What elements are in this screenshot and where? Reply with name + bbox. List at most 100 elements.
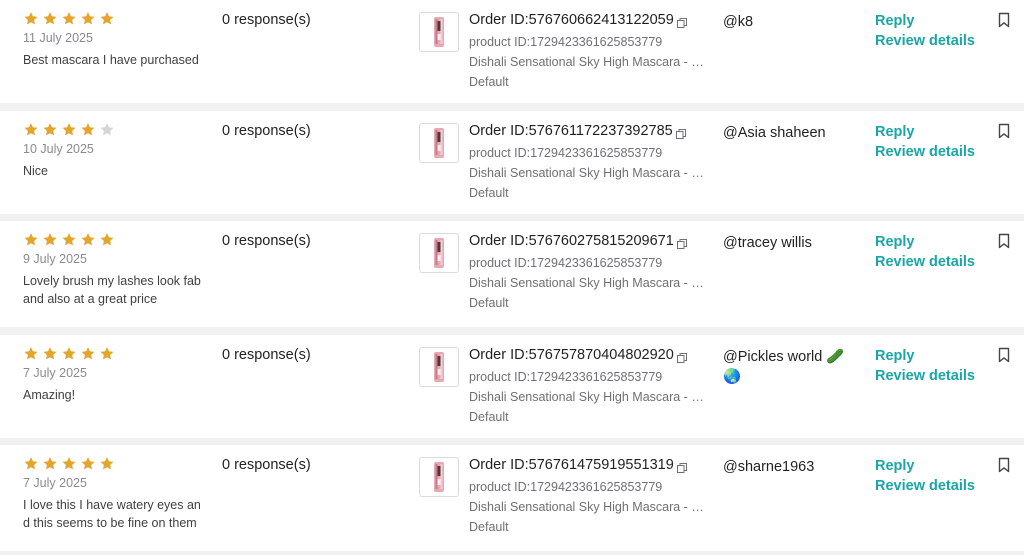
- star-icon: [42, 232, 58, 247]
- product-variant: Default: [469, 296, 509, 310]
- reply-link[interactable]: Reply: [875, 124, 915, 140]
- star-icon: [61, 346, 77, 361]
- star-rating: [23, 456, 115, 471]
- product-thumbnail[interactable]: [419, 233, 459, 273]
- review-text: Nice: [23, 164, 49, 178]
- review-details-link[interactable]: Review details: [875, 144, 975, 160]
- product-variant: Default: [469, 410, 509, 424]
- star-icon: [80, 232, 96, 247]
- review-details-link[interactable]: Review details: [875, 368, 975, 384]
- order-id-label: Order ID:: [469, 12, 529, 28]
- reviews-list: 11 July 2025 Best mascara I have purchase…: [0, 0, 1024, 555]
- star-icon: [99, 456, 115, 471]
- star-icon: [42, 122, 58, 137]
- order-id-line: Order ID: 576761172237392785: [469, 123, 686, 139]
- response-count: 0 response(s): [222, 233, 311, 249]
- review-details-link[interactable]: Review details: [875, 254, 975, 270]
- order-id: 576761475919551319: [528, 457, 674, 473]
- reply-link[interactable]: Reply: [875, 348, 915, 364]
- star-icon: [23, 11, 39, 26]
- star-icon: [99, 11, 115, 26]
- product-name[interactable]: Dishali Sensational Sky High Mascara - E…: [469, 55, 705, 69]
- star-icon: [80, 122, 96, 137]
- order-id-label: Order ID:: [469, 233, 529, 249]
- star-icon: [23, 456, 39, 471]
- product-id: product ID:1729423361625853779: [469, 256, 663, 270]
- order-id: 576761172237392785: [528, 123, 673, 139]
- review-text: Lovely brush my lashes look fab and also…: [23, 274, 201, 306]
- star-icon: [80, 456, 96, 471]
- product-id: product ID:1729423361625853779: [469, 35, 663, 49]
- star-icon: [42, 11, 58, 26]
- reviewer-handle: @sharne1963: [723, 459, 815, 475]
- reply-link[interactable]: Reply: [875, 234, 915, 250]
- reply-link[interactable]: Reply: [875, 458, 915, 474]
- star-icon: [61, 232, 77, 247]
- order-id-label: Order ID:: [469, 457, 529, 473]
- product-variant: Default: [469, 520, 509, 534]
- star-rating: [23, 346, 115, 361]
- copy-icon[interactable]: [676, 15, 687, 28]
- order-id-label: Order ID:: [469, 123, 529, 139]
- review-text: Best mascara I have purchased: [23, 53, 199, 67]
- star-icon: [61, 11, 77, 26]
- review-row: 9 July 2025 Lovely brush my lashes look f…: [0, 221, 1024, 327]
- order-id: 576760275815209671: [528, 233, 674, 249]
- order-id: 576757870404802920: [528, 347, 674, 363]
- reviewer-handle: @Pickles world 🥒 🌏: [723, 349, 845, 385]
- star-icon: [61, 122, 77, 137]
- review-date: 7 July 2025: [23, 476, 87, 490]
- reply-link[interactable]: Reply: [875, 13, 915, 29]
- bookmark-icon[interactable]: [997, 457, 1011, 473]
- order-id-line: Order ID: 576757870404802920: [469, 347, 687, 363]
- star-icon: [42, 456, 58, 471]
- product-thumbnail[interactable]: [419, 347, 459, 387]
- product-name[interactable]: Dishali Sensational Sky High Mascara - E…: [469, 276, 705, 290]
- response-count: 0 response(s): [222, 347, 311, 363]
- bookmark-icon[interactable]: [997, 12, 1011, 28]
- product-id: product ID:1729423361625853779: [469, 146, 663, 160]
- copy-icon[interactable]: [676, 460, 687, 473]
- product-name[interactable]: Dishali Sensational Sky High Mascara - E…: [469, 390, 705, 404]
- order-id-label: Order ID:: [469, 347, 529, 363]
- product-name[interactable]: Dishali Sensational Sky High Mascara - E…: [469, 500, 705, 514]
- bookmark-icon[interactable]: [997, 123, 1011, 139]
- review-date: 11 July 2025: [23, 31, 93, 45]
- order-id-line: Order ID: 576760662413122059: [469, 12, 687, 28]
- review-text: Amazing!: [23, 388, 76, 402]
- product-thumbnail[interactable]: [419, 123, 459, 163]
- product-variant: Default: [469, 186, 509, 200]
- review-details-link[interactable]: Review details: [875, 33, 975, 49]
- product-thumbnail[interactable]: [419, 12, 459, 52]
- bookmark-icon[interactable]: [997, 233, 1011, 249]
- reviewer-handle: @Asia shaheen: [723, 125, 826, 141]
- copy-icon[interactable]: [676, 350, 687, 363]
- order-id-line: Order ID: 576761475919551319: [469, 457, 687, 473]
- review-date: 10 July 2025: [23, 142, 94, 156]
- review-text: I love this I have watery eyes an d this…: [23, 498, 201, 530]
- review-date: 7 July 2025: [23, 366, 87, 380]
- review-date: 9 July 2025: [23, 252, 87, 266]
- review-row: 7 July 2025 I love this I have watery eye…: [0, 445, 1024, 551]
- review-details-link[interactable]: Review details: [875, 478, 975, 494]
- review-row: 7 July 2025 Amazing! 0 response(s) Order ID…: [0, 335, 1024, 438]
- order-id-line: Order ID: 576760275815209671: [469, 233, 687, 249]
- star-icon: [23, 346, 39, 361]
- bookmark-icon[interactable]: [997, 347, 1011, 363]
- copy-icon[interactable]: [676, 236, 687, 249]
- star-rating: [23, 122, 115, 137]
- star-icon: [61, 456, 77, 471]
- order-id: 576760662413122059: [528, 12, 674, 28]
- product-thumbnail[interactable]: [419, 457, 459, 497]
- star-icon: [80, 346, 96, 361]
- reviewer-handle: @tracey willis: [723, 235, 812, 251]
- product-id: product ID:1729423361625853779: [469, 370, 663, 384]
- star-icon: [23, 122, 39, 137]
- copy-icon[interactable]: [675, 126, 686, 139]
- product-id: product ID:1729423361625853779: [469, 480, 663, 494]
- star-rating: [23, 11, 115, 26]
- star-icon: [42, 346, 58, 361]
- response-count: 0 response(s): [222, 12, 311, 28]
- product-name[interactable]: Dishali Sensational Sky High Mascara - E…: [469, 166, 705, 180]
- review-row: 10 July 2025 Nice 0 response(s) Order ID: 57…: [0, 111, 1024, 214]
